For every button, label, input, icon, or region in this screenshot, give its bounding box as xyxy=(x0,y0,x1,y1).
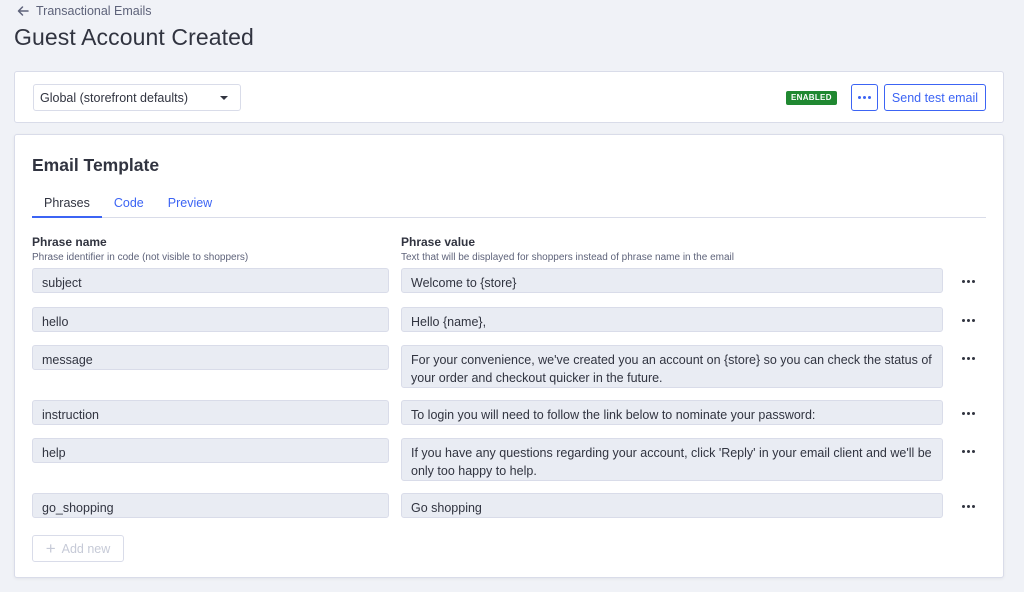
status-badge: ENABLED xyxy=(786,91,837,105)
phrase-name-field[interactable]: help xyxy=(32,438,389,463)
phrase-name-field[interactable]: hello xyxy=(32,307,389,332)
scope-select-value: Global (storefront defaults) xyxy=(40,90,188,105)
phrase-value-subheader: Text that will be displayed for shoppers… xyxy=(401,252,734,263)
phrase-value-field[interactable]: For your convenience, we've created you … xyxy=(401,345,943,388)
phrase-name-field[interactable]: subject xyxy=(32,268,389,293)
template-tabs: Phrases Code Preview xyxy=(32,192,986,218)
scope-select[interactable]: Global (storefront defaults) xyxy=(33,84,241,111)
row-more-button[interactable] xyxy=(958,405,978,421)
toolbar-card: Global (storefront defaults) ENABLED Sen… xyxy=(14,71,1004,123)
phrase-value-field[interactable]: If you have any questions regarding your… xyxy=(401,438,943,481)
phrase-name-field[interactable]: instruction xyxy=(32,400,389,425)
more-horizontal-icon xyxy=(961,356,975,360)
phrase-name-subheader: Phrase identifier in code (not visible t… xyxy=(32,252,249,263)
email-template-card: Email Template Phrases Code Preview Phra… xyxy=(14,134,1004,578)
more-horizontal-icon xyxy=(961,504,975,508)
phrase-value-header: Phrase value xyxy=(401,235,476,249)
add-new-button[interactable]: + Add new xyxy=(32,535,124,562)
caret-down-icon xyxy=(220,96,228,100)
back-link[interactable]: Transactional Emails xyxy=(16,4,152,18)
phrase-name-field[interactable]: go_shopping xyxy=(32,493,389,518)
row-more-button[interactable] xyxy=(958,312,978,328)
more-horizontal-icon xyxy=(961,411,975,415)
phrase-name-field[interactable]: message xyxy=(32,345,389,370)
tab-code[interactable]: Code xyxy=(102,192,156,218)
phrase-value-field[interactable]: Go shopping xyxy=(401,493,943,518)
more-horizontal-icon xyxy=(961,449,975,453)
more-horizontal-icon xyxy=(961,279,975,283)
row-more-button[interactable] xyxy=(958,443,978,459)
tab-preview[interactable]: Preview xyxy=(156,192,224,218)
back-link-label: Transactional Emails xyxy=(36,4,152,18)
more-actions-button[interactable] xyxy=(851,84,878,111)
plus-icon: + xyxy=(45,539,56,558)
phrase-name-header: Phrase name xyxy=(32,235,107,249)
add-new-label: Add new xyxy=(61,541,111,556)
tab-phrases[interactable]: Phrases xyxy=(32,192,102,218)
arrow-left-icon xyxy=(17,6,29,16)
row-more-button[interactable] xyxy=(958,498,978,514)
section-title: Email Template xyxy=(32,155,160,175)
phrase-value-field[interactable]: Hello {name}, xyxy=(401,307,943,332)
row-more-button[interactable] xyxy=(958,273,978,289)
phrase-value-field[interactable]: Welcome to {store} xyxy=(401,268,943,293)
more-horizontal-icon xyxy=(858,96,871,99)
phrase-value-field[interactable]: To login you will need to follow the lin… xyxy=(401,400,943,425)
more-horizontal-icon xyxy=(961,318,975,322)
send-test-email-button[interactable]: Send test email xyxy=(884,84,986,111)
row-more-button[interactable] xyxy=(958,350,978,366)
page-title: Guest Account Created xyxy=(14,24,254,50)
